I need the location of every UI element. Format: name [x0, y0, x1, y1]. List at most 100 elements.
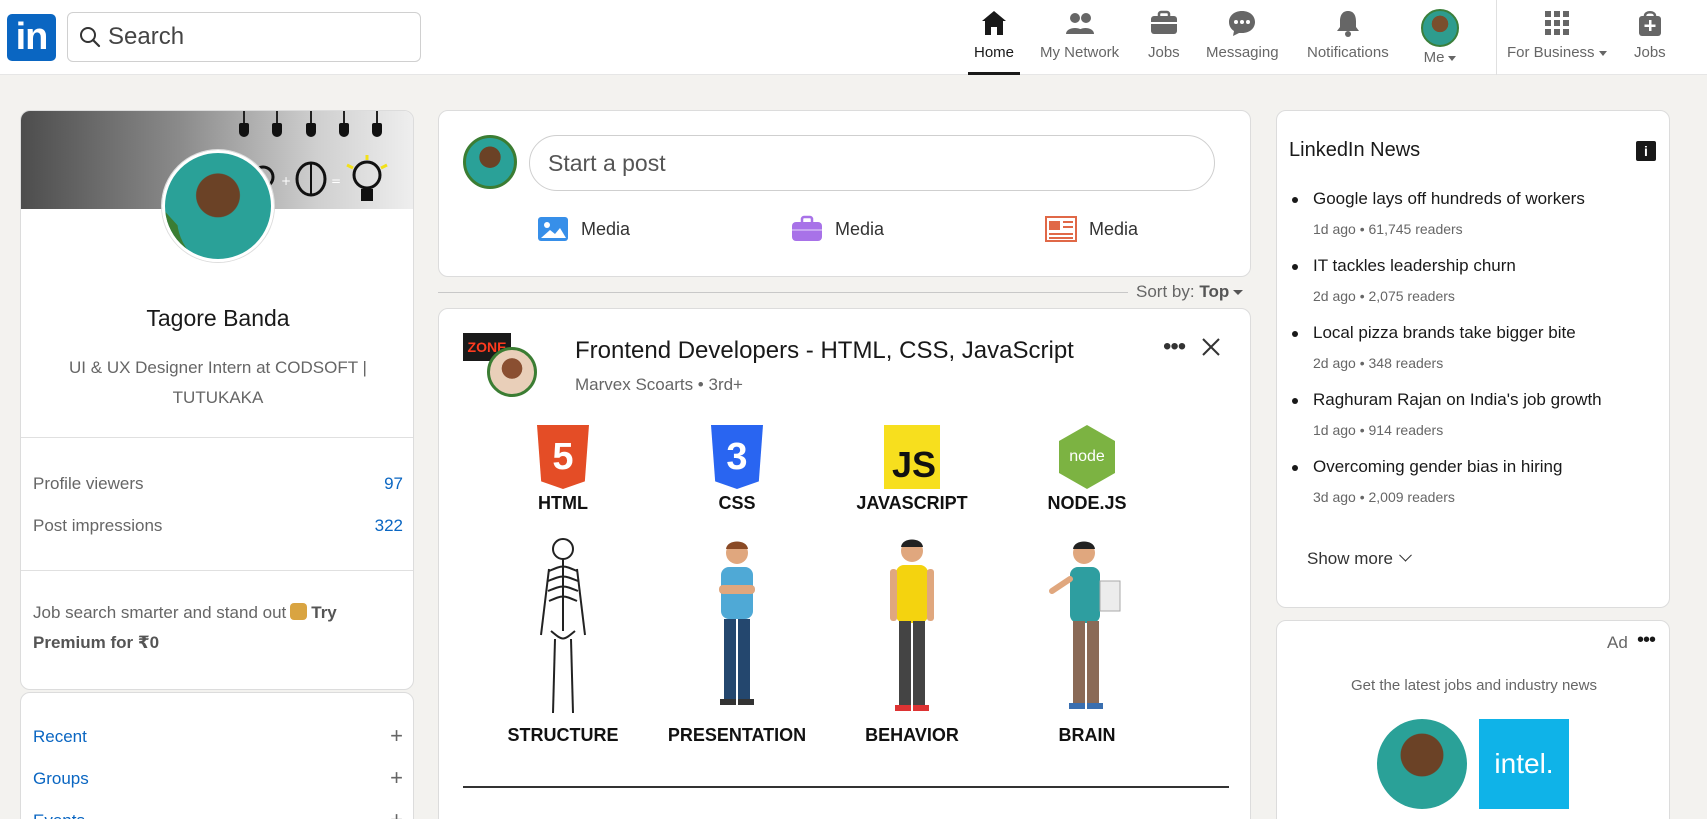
tech-html: 5 HTML [493, 425, 633, 514]
lamp-icon [306, 111, 316, 137]
nav-me[interactable]: Me [1421, 9, 1459, 76]
news-item[interactable]: Google lays off hundreds of workers 1d a… [1292, 189, 1653, 237]
plus-icon[interactable]: + [390, 725, 403, 747]
role-label: PRESENTATION [667, 725, 807, 745]
caret-down-icon [1233, 290, 1244, 296]
javascript-icon: JS [884, 425, 940, 489]
tech-name: NODE.JS [1047, 493, 1127, 513]
link-recent[interactable]: Recent + [33, 725, 403, 747]
lamp-icon [239, 111, 249, 137]
profile-name[interactable]: Tagore Banda [21, 305, 413, 332]
news-item[interactable]: Overcoming gender bias in hiring 3d ago … [1292, 457, 1653, 505]
news-title: LinkedIn News [1289, 139, 1421, 161]
tech-name: HTML [538, 493, 588, 513]
nav-notifications[interactable]: Notifications [1307, 8, 1389, 75]
link-label: Groups [33, 769, 89, 788]
me-avatar [1421, 9, 1459, 47]
nav-jobs[interactable]: Jobs [1148, 8, 1180, 75]
stat-post-impressions[interactable]: Post impressions 322 [33, 516, 403, 536]
feed-divider [438, 292, 1128, 293]
show-more-label: Show more [1307, 549, 1393, 568]
show-more-button[interactable]: Show more [1307, 548, 1412, 569]
nav-notifications-label: Notifications [1307, 44, 1389, 61]
nav-separator [1496, 0, 1497, 75]
article-button[interactable]: Media [1045, 215, 1138, 243]
nav-home-label: Home [974, 44, 1015, 61]
media-label: Media [835, 218, 885, 239]
person-standing-illustration [890, 539, 934, 711]
link-events[interactable]: Events + [33, 809, 403, 819]
news-meta: 2d ago • 348 readers [1313, 355, 1444, 371]
article-icon [1045, 216, 1077, 242]
more-options-icon[interactable]: ••• [1163, 333, 1186, 361]
svg-text:=: = [331, 174, 341, 188]
person-crossed-arms-illustration [719, 541, 755, 705]
news-item[interactable]: Local pizza brands take bigger bite 2d a… [1292, 323, 1653, 371]
nav-my-network[interactable]: My Network [1040, 8, 1119, 75]
html5-icon: 5 [537, 425, 589, 489]
chat-icon [1229, 11, 1256, 36]
sort-value: Top [1199, 282, 1230, 301]
start-post-button[interactable]: Start a post [529, 135, 1215, 191]
post-title[interactable]: Frontend Developers - HTML, CSS, JavaScr… [575, 337, 1074, 365]
media-button[interactable]: Media [537, 215, 630, 243]
news-meta: 1d ago • 61,745 readers [1313, 221, 1463, 237]
nav-my-network-label: My Network [1040, 44, 1120, 61]
people-icon [1065, 13, 1094, 34]
profile-avatar[interactable] [162, 150, 274, 262]
search-input[interactable] [108, 23, 408, 51]
nav-jobs-post-label: Jobs [1634, 44, 1666, 61]
community-links-card: Recent + Groups + Events + [20, 692, 414, 819]
news-headline: Overcoming gender bias in hiring [1313, 457, 1563, 476]
close-icon[interactable] [1199, 335, 1223, 359]
info-icon[interactable]: i [1636, 141, 1656, 161]
image-icon [538, 217, 568, 241]
nav-for-business[interactable]: For Business [1507, 8, 1607, 75]
profile-headline: UI & UX Designer Intern at CODSOFT | TUT… [69, 358, 367, 407]
profile-card: + = Tagore Banda UI & UX Designer Intern… [20, 110, 414, 690]
top-navigation-bar: in Home My Network Jobs Messaging Notifi… [0, 0, 1707, 75]
media-label: Media [1089, 218, 1139, 239]
poster-avatar[interactable] [487, 347, 537, 397]
nav-for-business-label: For Business [1507, 44, 1607, 61]
news-meta: 3d ago • 2,009 readers [1313, 489, 1455, 505]
briefcase-icon [792, 215, 822, 241]
news-item[interactable]: IT tackles leadership churn 2d ago • 2,0… [1292, 256, 1653, 304]
nav-home[interactable]: Home [967, 8, 1021, 75]
sort-dropdown[interactable]: Sort by: Top [1136, 282, 1244, 302]
role-label: BEHAVIOR [865, 725, 959, 745]
role-label: STRUCTURE [507, 725, 619, 745]
news-item[interactable]: Raghuram Rajan on India's job growth 1d … [1292, 390, 1653, 438]
search-box[interactable] [67, 12, 421, 62]
post-subtitle[interactable]: Marvex Scoarts • 3rd+ [575, 375, 743, 395]
nav-jobs-label: Jobs [1148, 44, 1180, 61]
stat-profile-viewers[interactable]: Profile viewers 97 [33, 474, 403, 494]
plus-icon[interactable]: + [390, 809, 403, 819]
stat-value: 97 [384, 474, 403, 493]
bell-icon [1336, 11, 1359, 37]
composer-avatar[interactable] [463, 135, 517, 189]
skeleton-illustration [540, 538, 586, 714]
nav-jobs-post[interactable]: Jobs [1634, 8, 1666, 75]
tech-nodejs: node NODE.JS [1017, 425, 1157, 514]
news-meta: 1d ago • 914 readers [1313, 422, 1444, 438]
ad-brand-logo[interactable]: intel. [1479, 719, 1569, 809]
share-box: Start a post Media Media Media [438, 110, 1251, 277]
profile-divider [21, 437, 413, 438]
nodejs-icon: node [1059, 425, 1115, 489]
image-divider [463, 786, 1229, 788]
grid-icon [1544, 11, 1569, 35]
tech-javascript: JS JAVASCRIPT [842, 425, 982, 514]
job-button[interactable]: Media [791, 215, 884, 243]
css3-icon: 3 [711, 425, 763, 489]
nav-messaging[interactable]: Messaging [1206, 8, 1279, 75]
chevron-down-icon [1399, 548, 1412, 562]
ad-user-avatar [1377, 719, 1467, 809]
news-headline: IT tackles leadership churn [1313, 256, 1516, 275]
media-label: Media [581, 218, 631, 239]
more-options-icon[interactable]: ••• [1637, 629, 1656, 652]
plus-icon[interactable]: + [390, 767, 403, 789]
linkedin-logo[interactable]: in [7, 14, 56, 61]
premium-promo[interactable]: Job search smarter and stand out Try Prem… [33, 598, 393, 658]
link-groups[interactable]: Groups + [33, 767, 403, 789]
